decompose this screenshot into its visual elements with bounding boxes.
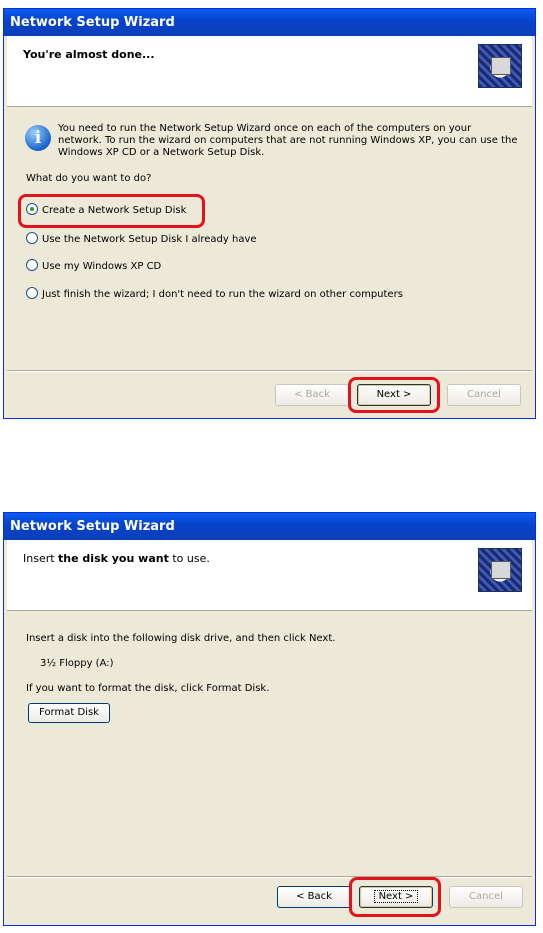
network-computers-icon	[478, 44, 522, 88]
cancel-button[interactable]: Cancel	[447, 384, 521, 406]
network-setup-wizard-dialog-1: Network Setup Wizard You're almost done.…	[3, 8, 536, 419]
red-highlight-next	[349, 877, 441, 917]
radio-button[interactable]	[26, 259, 38, 271]
wizard-header: Insert the disk you want to use.	[7, 540, 532, 611]
header-title: Insert the disk you want to use.	[23, 552, 210, 565]
question-label: What do you want to do?	[26, 173, 152, 184]
cancel-button[interactable]: Cancel	[449, 886, 523, 908]
option-label: Use the Network Setup Disk I already hav…	[42, 234, 257, 245]
info-icon: i	[25, 125, 51, 151]
radio-button[interactable]	[26, 232, 38, 244]
footer-divider	[7, 370, 532, 372]
header-title-suffix: to use.	[168, 552, 210, 565]
red-highlight-create-disk	[18, 194, 205, 228]
format-disk-button[interactable]: Format Disk	[28, 703, 110, 723]
network-computers-icon	[478, 548, 522, 592]
header-title-prefix: Insert	[23, 552, 59, 565]
option-label: Just finish the wizard; I don't need to …	[42, 289, 403, 300]
option-just-finish[interactable]: Just finish the wizard; I don't need to …	[26, 287, 403, 303]
intro-text: You need to run the Network Setup Wizard…	[58, 123, 518, 158]
header-title: You're almost done...	[23, 48, 155, 61]
wizard-header: You're almost done...	[7, 36, 532, 107]
option-label: Use my Windows XP CD	[42, 261, 162, 272]
header-title-bold: the disk you want	[58, 552, 169, 565]
window-title: Network Setup Wizard	[4, 9, 535, 36]
instruction-text: Insert a disk into the following disk dr…	[26, 633, 336, 644]
back-button[interactable]: < Back	[275, 384, 349, 406]
network-setup-wizard-dialog-2: Network Setup Wizard Insert the disk you…	[3, 512, 536, 926]
footer-divider	[7, 876, 532, 878]
option-use-existing-disk[interactable]: Use the Network Setup Disk I already hav…	[26, 232, 257, 248]
back-button[interactable]: < Back	[277, 886, 351, 908]
window-title: Network Setup Wizard	[4, 513, 535, 540]
drive-label: 3½ Floppy (A:)	[40, 658, 114, 669]
red-highlight-next	[348, 377, 440, 413]
option-use-windows-xp-cd[interactable]: Use my Windows XP CD	[26, 259, 161, 275]
format-hint: If you want to format the disk, click Fo…	[26, 683, 270, 694]
radio-button[interactable]	[26, 287, 38, 299]
